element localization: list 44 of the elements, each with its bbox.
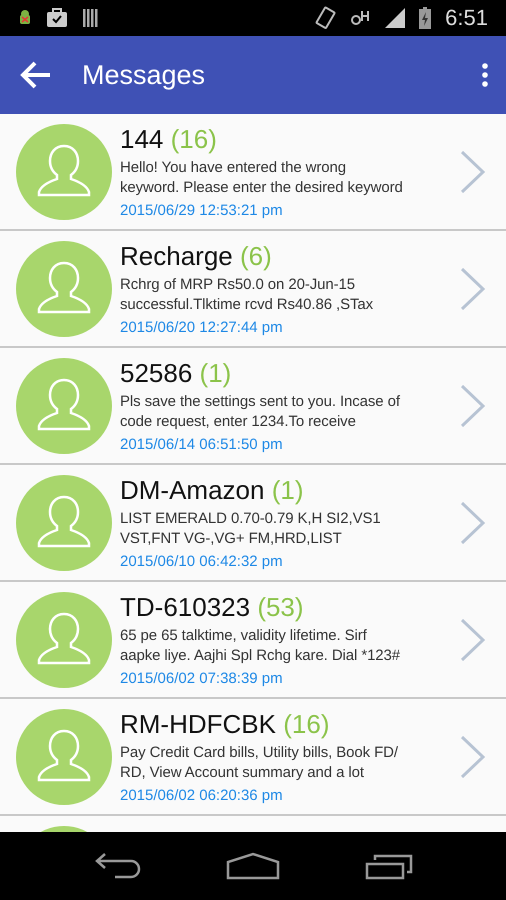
more-options-icon[interactable]: [482, 63, 488, 87]
avatar-icon: [16, 708, 112, 804]
avatar-icon: [16, 240, 112, 336]
message-date: 2015/06/29 12:53:21 pm: [120, 202, 284, 219]
message-date: 2015/06/20 12:27:44 pm: [120, 319, 284, 336]
clock-time: 6:51: [445, 5, 488, 31]
chevron-icon: [460, 500, 486, 544]
message-preview: Hello! You have entered the wrong keyword. Please enter the desired keyword: [120, 158, 404, 198]
message-date: 2015/06/10 06:42:32 pm: [120, 553, 284, 570]
chevron-icon: [460, 150, 486, 194]
home-icon[interactable]: [226, 852, 280, 880]
message-preview: LIST EMERALD 0.70-0.79 K,H SI2,VS1 VST,FNT VG-,VG+ FM,HRD,LIST: [120, 509, 382, 549]
sender-name: 144 (16): [120, 124, 218, 155]
sender-name: RM-HDFCBK (16): [120, 709, 330, 740]
avatar-icon: [16, 124, 112, 220]
back-arrow-icon[interactable]: [20, 61, 52, 89]
android-icon: [18, 10, 32, 26]
sender-name: DM-Amazon (1): [120, 475, 304, 506]
message-preview: Pay Credit Card bills, Utility bills, Book FD/ RD, View Account summary and a lot: [120, 743, 399, 783]
message-date: 2015/06/14 06:51:50 pm: [120, 436, 284, 453]
chevron-icon: [460, 618, 486, 662]
avatar-icon: [16, 358, 112, 454]
avatar-icon: [16, 474, 112, 570]
rotate-icon: [315, 6, 338, 30]
message-preview: Pls save the settings sent to you. Incase of code request, enter 1234.To receive: [120, 392, 401, 432]
battery-icon: [419, 7, 432, 29]
message-date: 2015/06/02 07:38:39 pm: [120, 670, 284, 687]
message-preview: 65 pe 65 talktime, validity lifetime. Sirf aapke liye. Aajhi Spl Rchg kare. Dial *123#: [120, 626, 402, 666]
chevron-icon: [460, 734, 486, 778]
briefcase-icon: [46, 8, 68, 28]
chevron-icon: [460, 384, 486, 428]
sender-name: 52586 (1): [120, 358, 232, 389]
recent-apps-icon[interactable]: [365, 852, 414, 880]
message-date: 2015/06/02 06:20:36 pm: [120, 787, 284, 804]
signal-icon: [385, 8, 406, 28]
network-icon: [351, 9, 372, 27]
chevron-icon: [460, 266, 486, 310]
screen-title: Messages: [82, 60, 206, 90]
back-icon[interactable]: [92, 853, 141, 879]
barcode-icon: [82, 8, 100, 28]
sender-name: TD-610323 (53): [120, 592, 305, 623]
avatar-icon: [16, 592, 112, 688]
message-preview: Rchrg of MRP Rs50.0 on 20-Jun-15 successful.Tlktime rcvd Rs40.86 ,STax: [120, 275, 374, 315]
sender-name: Recharge (6): [120, 241, 273, 272]
